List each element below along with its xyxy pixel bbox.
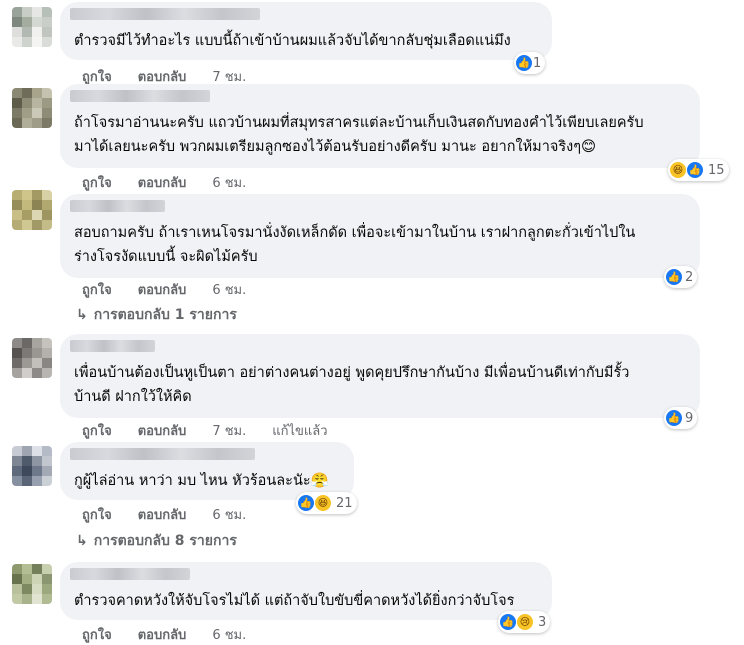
comment-actions: ถูกใจ ตอบกลับ 6 ชม. <box>82 279 272 300</box>
like-button[interactable]: ถูกใจ <box>82 176 112 191</box>
timestamp[interactable]: 6 ชม. <box>212 283 246 298</box>
comment-text: เพื่อนบ้านต้องเป็นหูเป็นตา อย่าต่างคนต่า… <box>74 365 630 405</box>
avatar[interactable] <box>12 338 52 378</box>
comment-text: ถ้าโจรมาอ่านนะครับ แถวบ้านผมที่สมุทรสาคร… <box>74 115 644 155</box>
like-icon: 👍 <box>298 495 314 511</box>
author-name-blurred[interactable] <box>70 568 190 580</box>
reply-button[interactable]: ตอบกลับ <box>138 70 187 85</box>
like-icon: 👍 <box>500 614 516 630</box>
reaction-summary[interactable]: 👍 2 <box>664 266 698 288</box>
timestamp[interactable]: 6 ชม. <box>212 176 246 191</box>
reply-button[interactable]: ตอบกลับ <box>138 628 187 643</box>
reply-button[interactable]: ตอบกลับ <box>138 508 187 523</box>
reply-arrow-icon: ↳ <box>76 307 88 323</box>
reply-button[interactable]: ตอบกลับ <box>138 424 187 439</box>
author-name-blurred[interactable] <box>70 90 210 102</box>
reply-button[interactable]: ตอบกลับ <box>138 176 187 191</box>
comment-bubble: ตำรวจคาดหวังให้จับโจรไม่ได้ แต่ถ้าจับใบข… <box>60 562 552 620</box>
comment-text: ตำรวจคาดหวังให้จับโจรไม่ได้ แต่ถ้าจับใบข… <box>74 593 515 609</box>
author-name-blurred[interactable] <box>70 448 255 460</box>
avatar[interactable] <box>12 446 52 486</box>
edited-label[interactable]: แก้ไขแล้ว <box>272 424 327 439</box>
like-icon: 👍 <box>516 55 532 71</box>
comment-bubble: สอบถามครับ ถ้าเราเหนโจรมานั่งงัดเหล็กดัด… <box>60 194 700 278</box>
timestamp[interactable]: 6 ชม. <box>212 508 246 523</box>
haha-icon: 😆 <box>670 162 686 178</box>
reaction-summary[interactable]: 👍 😢 3 <box>498 611 551 633</box>
comment-bubble: ตำรวจมีไว้ทำอะไร แบบนี้ถ้าเข้าบ้านผมแล้ว… <box>60 2 552 60</box>
haha-icon: 😆 <box>315 495 331 511</box>
like-icon: 👍 <box>666 269 682 285</box>
like-button[interactable]: ถูกใจ <box>82 70 112 85</box>
view-replies-link[interactable]: ↳ การตอบกลับ 1 รายการ <box>76 304 237 326</box>
view-replies-link[interactable]: ↳ การตอบกลับ 8 รายการ <box>76 530 237 552</box>
reaction-summary[interactable]: 😆 👍 15 <box>668 159 729 181</box>
comment-text: สอบถามครับ ถ้าเราเหนโจรมานั่งงัดเหล็กดัด… <box>74 225 636 265</box>
reaction-summary[interactable]: 👍 9 <box>664 407 698 429</box>
like-button[interactable]: ถูกใจ <box>82 424 112 439</box>
avatar[interactable] <box>12 7 52 47</box>
like-button[interactable]: ถูกใจ <box>82 628 112 643</box>
timestamp[interactable]: 6 ชม. <box>212 628 246 643</box>
avatar[interactable] <box>12 190 52 230</box>
reaction-summary[interactable]: 👍 1 <box>514 52 546 74</box>
timestamp[interactable]: 7 ชม. <box>212 424 246 439</box>
author-name-blurred[interactable] <box>70 8 260 20</box>
like-icon: 👍 <box>687 162 703 178</box>
reply-arrow-icon: ↳ <box>76 533 88 549</box>
reaction-summary[interactable]: 👍 😆 21 <box>296 492 357 514</box>
comment-actions: ถูกใจ ตอบกลับ 6 ชม. <box>82 172 272 193</box>
author-name-blurred[interactable] <box>70 200 165 212</box>
comment-text: กูผู้ไล่อ่าน หาว่า มบ ไหน หัวร้อนละนัะ😤 <box>74 473 329 489</box>
reply-button[interactable]: ตอบกลับ <box>138 283 187 298</box>
comment-actions: ถูกใจ ตอบกลับ 6 ชม. <box>82 624 272 645</box>
comment-actions: ถูกใจ ตอบกลับ 6 ชม. <box>82 504 272 525</box>
author-name-blurred[interactable] <box>70 340 155 352</box>
like-button[interactable]: ถูกใจ <box>82 508 112 523</box>
comment-bubble: ถ้าโจรมาอ่านนะครับ แถวบ้านผมที่สมุทรสาคร… <box>60 84 700 168</box>
sad-icon: 😢 <box>517 614 533 630</box>
like-button[interactable]: ถูกใจ <box>82 283 112 298</box>
comment-bubble: เพื่อนบ้านต้องเป็นหูเป็นตา อย่าต่างคนต่า… <box>60 334 700 418</box>
avatar[interactable] <box>12 88 52 128</box>
like-icon: 👍 <box>666 410 682 426</box>
comment-actions: ถูกใจ ตอบกลับ 7 ชม. แก้ไขแล้ว <box>82 420 354 441</box>
avatar[interactable] <box>12 564 52 604</box>
comment-text: ตำรวจมีไว้ทำอะไร แบบนี้ถ้าเข้าบ้านผมแล้ว… <box>74 33 511 49</box>
timestamp[interactable]: 7 ชม. <box>212 70 246 85</box>
